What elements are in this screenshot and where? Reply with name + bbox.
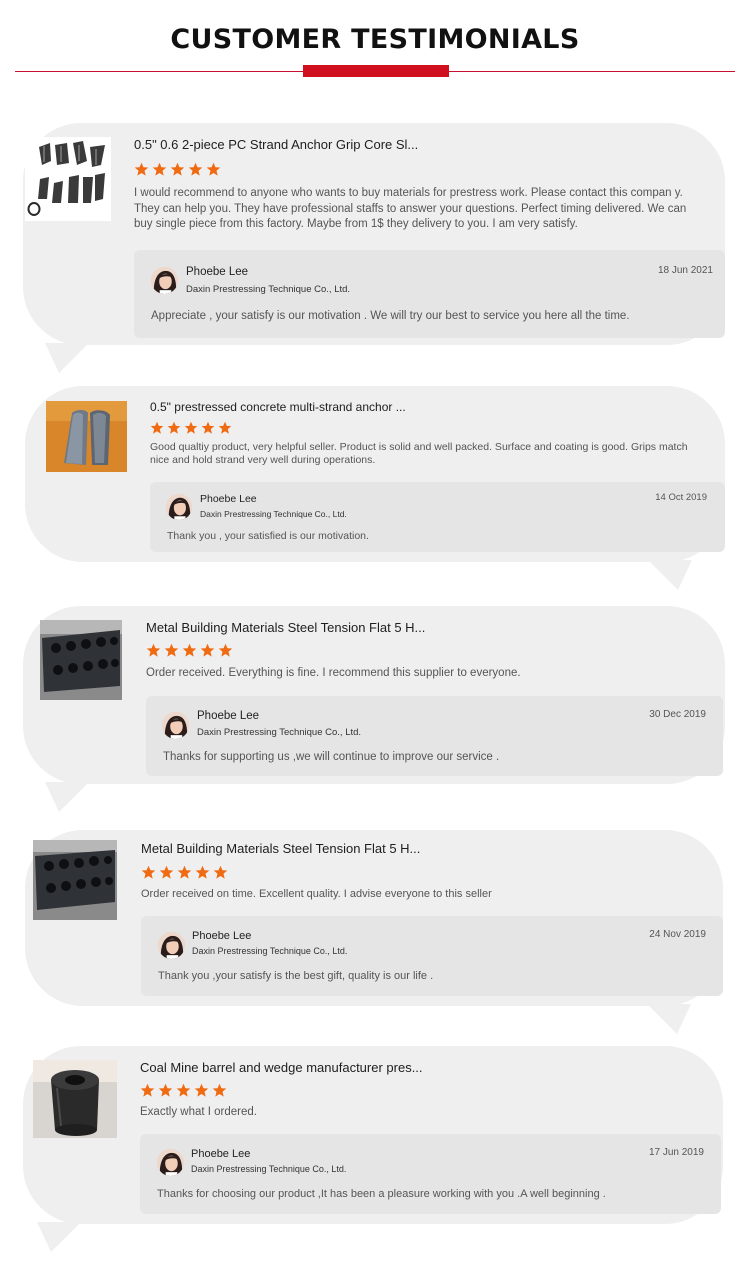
review-text: Good qualtiy product, very helpful selle… bbox=[150, 441, 688, 466]
avatar bbox=[158, 932, 185, 959]
star-icon bbox=[194, 1083, 209, 1098]
speech-bubble-tail bbox=[647, 1004, 691, 1034]
avatar bbox=[162, 712, 189, 739]
star-icon bbox=[140, 1083, 155, 1098]
star-icon bbox=[152, 162, 167, 177]
reply-author-name: Phoebe Lee bbox=[186, 266, 249, 278]
star-icon bbox=[158, 1083, 173, 1098]
seller-reply: Phoebe Lee Daxin Prestressing Technique … bbox=[146, 696, 723, 776]
star-icon bbox=[182, 643, 197, 658]
review-text: Exactly what I ordered. bbox=[140, 1106, 257, 1118]
star-icon bbox=[150, 421, 164, 435]
reply-date: 18 Jun 2021 bbox=[657, 265, 713, 276]
avatar bbox=[151, 267, 178, 294]
star-icon bbox=[164, 643, 179, 658]
reply-text: Thanks for choosing our product ,It has … bbox=[157, 1188, 606, 1200]
rating-stars bbox=[140, 1083, 227, 1098]
flat-anchor-block-image bbox=[33, 840, 117, 920]
review-text: Order received on time. Excellent qualit… bbox=[141, 888, 492, 900]
rating-stars bbox=[146, 643, 233, 658]
star-icon bbox=[167, 421, 181, 435]
review-text: Order received. Everything is fine. I re… bbox=[146, 667, 521, 679]
reply-date: 24 Nov 2019 bbox=[649, 929, 706, 940]
star-icon bbox=[146, 643, 161, 658]
product-title[interactable]: Coal Mine barrel and wedge manufacturer … bbox=[140, 1060, 423, 1075]
star-icon bbox=[213, 865, 228, 880]
reply-text: Thanks for supporting us ,we will contin… bbox=[163, 751, 500, 763]
reply-text: Appreciate , your satisfy is our motivat… bbox=[151, 310, 630, 322]
speech-bubble-tail bbox=[45, 343, 89, 373]
avatar bbox=[157, 1149, 184, 1176]
testimonial-card-4: Metal Building Materials Steel Tension F… bbox=[25, 830, 723, 1034]
reply-text: Thank you , your satisfied is our motiva… bbox=[167, 530, 369, 542]
star-icon bbox=[188, 162, 203, 177]
testimonial-card-5: Coal Mine barrel and wedge manufacturer … bbox=[23, 1046, 723, 1252]
testimonial-card-1: 0.5" 0.6 2-piece PC Strand Anchor Grip C… bbox=[23, 123, 725, 373]
speech-bubble-tail bbox=[648, 560, 692, 590]
avatar bbox=[166, 494, 192, 520]
speech-bubble-tail bbox=[45, 782, 89, 812]
seller-reply: Phoebe Lee Daxin Prestressing Technique … bbox=[140, 1134, 721, 1214]
reply-date: 14 Oct 2019 bbox=[655, 492, 707, 503]
reply-company: Daxin Prestressing Technique Co., Ltd. bbox=[191, 1164, 347, 1174]
seller-reply: Phoebe Lee Daxin Prestressing Technique … bbox=[141, 916, 723, 996]
star-icon bbox=[134, 162, 149, 177]
reply-text: Thank you ,your satisfy is the best gift… bbox=[158, 970, 434, 982]
star-icon bbox=[195, 865, 210, 880]
star-icon bbox=[218, 421, 232, 435]
rating-stars bbox=[150, 421, 232, 435]
reply-company: Daxin Prestressing Technique Co., Ltd. bbox=[186, 284, 351, 295]
star-icon bbox=[201, 421, 215, 435]
reply-author-name: Phoebe Lee bbox=[200, 493, 257, 505]
reply-author-name: Phoebe Lee bbox=[191, 1148, 251, 1160]
product-title[interactable]: 0.5" prestressed concrete multi-strand a… bbox=[150, 400, 406, 414]
reply-date: 17 Jun 2019 bbox=[648, 1147, 704, 1158]
flat-anchor-block-image bbox=[40, 620, 122, 700]
multi-strand-anchor-wedge-image bbox=[46, 401, 127, 472]
speech-bubble-tail bbox=[37, 1222, 81, 1252]
rating-stars bbox=[134, 162, 221, 177]
testimonial-card-2: 0.5" prestressed concrete multi-strand a… bbox=[25, 386, 725, 590]
reply-company: Daxin Prestressing Technique Co., Ltd. bbox=[197, 727, 362, 738]
product-title[interactable]: Metal Building Materials Steel Tension F… bbox=[146, 620, 425, 635]
star-icon bbox=[206, 162, 221, 177]
star-icon bbox=[170, 162, 185, 177]
page-title: CUSTOMER TESTIMONIALS bbox=[170, 24, 580, 55]
seller-reply: Phoebe Lee Daxin Prestressing Technique … bbox=[134, 250, 725, 338]
review-text: I would recommend to anyone who wants to… bbox=[134, 187, 687, 230]
reply-company: Daxin Prestressing Technique Co., Ltd. bbox=[192, 946, 348, 956]
testimonial-card-3: Metal Building Materials Steel Tension F… bbox=[23, 606, 725, 812]
star-icon bbox=[159, 865, 174, 880]
reply-author-name: Phoebe Lee bbox=[192, 930, 252, 942]
seller-reply: Phoebe Lee Daxin Prestressing Technique … bbox=[150, 482, 725, 552]
title-accent-bar bbox=[303, 65, 449, 77]
star-icon bbox=[176, 1083, 191, 1098]
star-icon bbox=[212, 1083, 227, 1098]
wedge-grip-cores-image bbox=[25, 137, 111, 221]
star-icon bbox=[184, 421, 198, 435]
star-icon bbox=[141, 865, 156, 880]
product-title[interactable]: 0.5" 0.6 2-piece PC Strand Anchor Grip C… bbox=[134, 137, 418, 152]
star-icon bbox=[177, 865, 192, 880]
rating-stars bbox=[141, 865, 228, 880]
reply-date: 30 Dec 2019 bbox=[649, 709, 706, 720]
reply-company: Daxin Prestressing Technique Co., Ltd. bbox=[200, 509, 347, 519]
star-icon bbox=[218, 643, 233, 658]
barrel-anchor-image bbox=[33, 1060, 117, 1138]
product-title[interactable]: Metal Building Materials Steel Tension F… bbox=[141, 841, 420, 856]
reply-author-name: Phoebe Lee bbox=[197, 710, 260, 722]
star-icon bbox=[200, 643, 215, 658]
